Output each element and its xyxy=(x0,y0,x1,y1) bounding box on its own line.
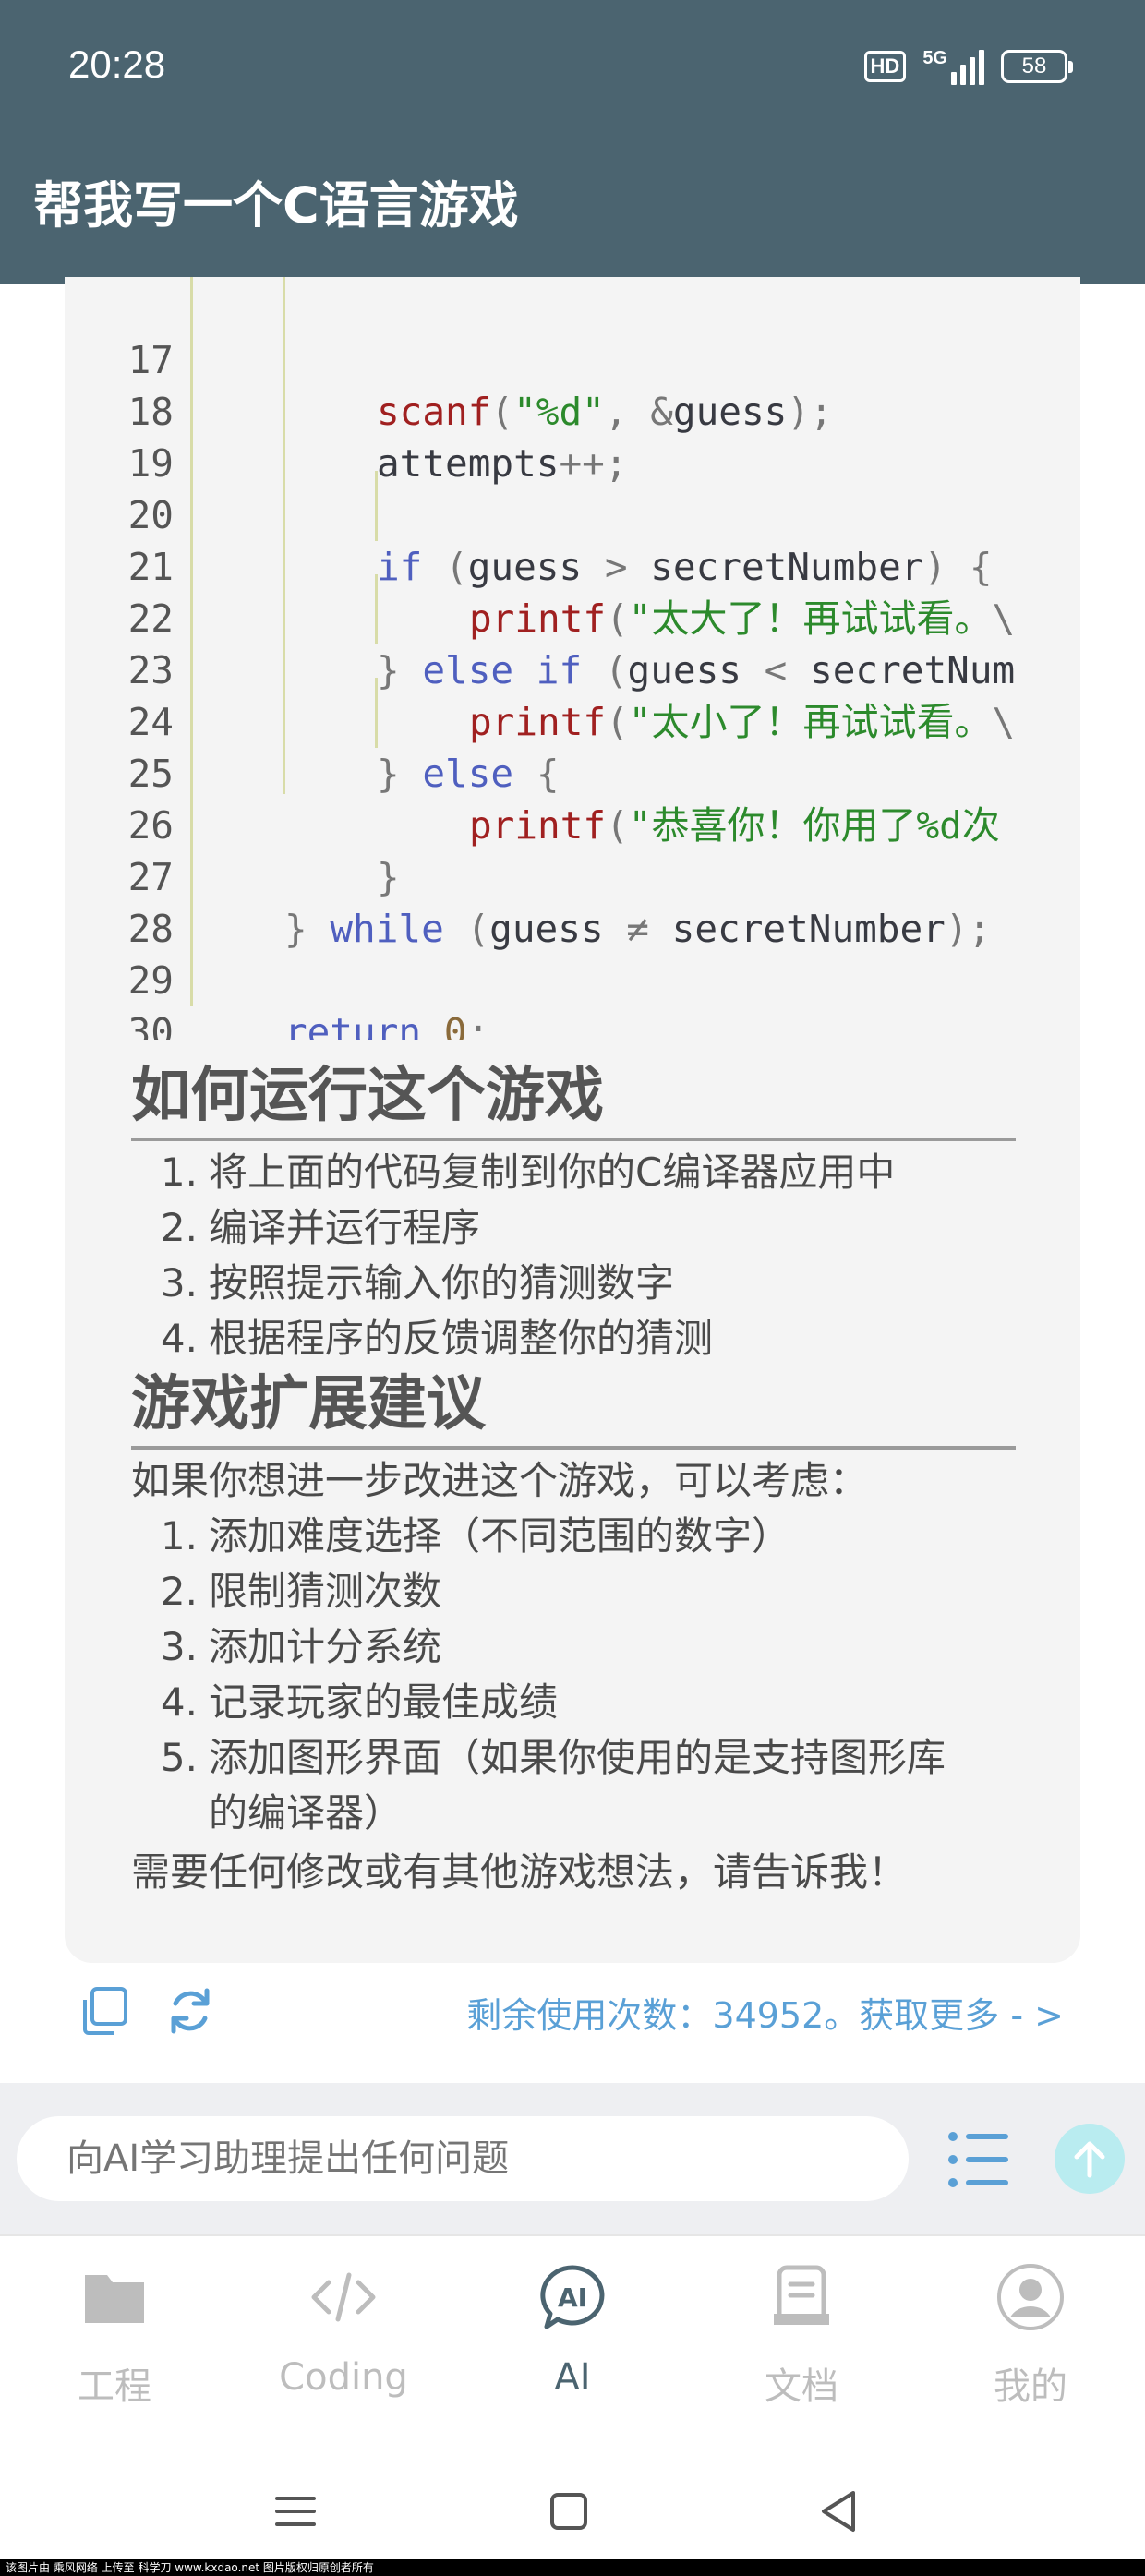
tab-ai[interactable]: AI AI xyxy=(458,2236,687,2430)
status-bar: 20:28 HD 5G 58 xyxy=(0,0,1145,103)
copy-icon[interactable] xyxy=(78,1983,133,2039)
regenerate-icon[interactable] xyxy=(163,1983,218,2039)
svg-text:AI: AI xyxy=(558,2282,587,2313)
profile-icon xyxy=(997,2264,1064,2330)
tab-label: 文档 xyxy=(765,2365,838,2408)
battery-icon: 58 xyxy=(1001,50,1073,83)
arrow-up-icon xyxy=(1074,2141,1105,2178)
ai-chat-icon: AI xyxy=(540,2265,605,2329)
watermark-footer: 该图片由 乘风网络 上传至 科学刀 www.kxdao.net 图片版权归原创者… xyxy=(0,2559,1145,2576)
code-block[interactable]: 17 scanf("%d", &guess); 18 attempts++; 1… xyxy=(65,277,1080,1040)
quota-link[interactable]: 剩余使用次数：34952。获取更多 - > xyxy=(466,1987,1064,2038)
battery-level: 58 xyxy=(1021,54,1047,78)
network-type: 5G xyxy=(922,48,947,68)
section-heading-ext: 游戏扩展建议 xyxy=(131,1368,1016,1450)
section-intro: 如果你想进一步改进这个游戏，可以考虑： xyxy=(131,1458,869,1503)
code-icon xyxy=(311,2272,376,2322)
document-icon xyxy=(774,2265,829,2325)
tab-mine[interactable]: 我的 xyxy=(916,2236,1145,2430)
list-item: 3. 添加计分系统 xyxy=(160,1624,442,1669)
home-icon[interactable] xyxy=(541,2484,597,2539)
input-bar xyxy=(0,2083,1145,2234)
code-line: 18 attempts++; xyxy=(65,334,1080,486)
code-line: 27 } while (guess ≠ secretNumber); xyxy=(65,800,1080,951)
tab-label: 工程 xyxy=(78,2365,151,2408)
signal-icon: 5G xyxy=(922,48,984,85)
code-line: 19 xyxy=(65,386,1080,486)
tab-label: AI xyxy=(554,2356,591,2399)
hd-badge: HD xyxy=(863,51,907,82)
list-item: 2. 编译并运行程序 xyxy=(160,1205,481,1250)
section-heading-run: 如何运行这个游戏 xyxy=(131,1060,1016,1141)
tab-label: Coding xyxy=(279,2356,408,2399)
question-input[interactable] xyxy=(17,2116,909,2201)
list-item: 1. 添加难度选择（不同范围的数字） xyxy=(160,1513,791,1559)
page-title: 帮我写一个C语言游戏 xyxy=(33,176,519,235)
code-line: 20 if (guess > secretNumber) { xyxy=(65,438,1080,589)
tab-project[interactable]: 工程 xyxy=(0,2236,229,2430)
code-line: 24 } else { xyxy=(65,644,1080,796)
list-item: 1. 将上面的代码复制到你的C编译器应用中 xyxy=(160,1150,896,1195)
code-line: 29 return 0; xyxy=(65,903,1080,1040)
action-row: 剩余使用次数：34952。获取更多 - > xyxy=(0,1957,1145,2050)
answer-card: 17 scanf("%d", &guess); 18 attempts++; 1… xyxy=(65,277,1080,1963)
code-line: 25 printf("恭喜你！你用了%d次 xyxy=(65,696,1080,848)
list-item: 4. 根据程序的反馈调整你的猜测 xyxy=(160,1316,714,1361)
code-line: 17 scanf("%d", &guess); xyxy=(65,283,1080,434)
list-item-continuation: 的编译器） xyxy=(209,1790,404,1836)
list-item: 2. 限制猜测次数 xyxy=(160,1569,442,1614)
tab-coding[interactable]: Coding xyxy=(229,2236,458,2430)
list-item: 4. 记录玩家的最佳成绩 xyxy=(160,1679,559,1725)
code-line: 23 printf("太小了！再试试看。\ xyxy=(65,593,1080,744)
system-nav-bar xyxy=(0,2456,1145,2558)
code-line: 28 xyxy=(65,851,1080,951)
bottom-tab-bar: 工程 Coding AI AI 文档 我的 xyxy=(0,2234,1145,2456)
list-icon[interactable] xyxy=(947,2129,1010,2190)
folder-icon xyxy=(85,2275,144,2323)
code-line: 31 xyxy=(65,1006,1080,1040)
tab-label: 我的 xyxy=(994,2365,1067,2408)
list-item: 3. 按照提示输入你的猜测数字 xyxy=(160,1260,675,1306)
menu-icon[interactable] xyxy=(268,2484,323,2539)
code-line: 21 printf("太大了！再试试看。\ xyxy=(65,489,1080,641)
code-line: 30 } xyxy=(65,955,1080,1040)
status-time: 20:28 xyxy=(68,42,166,86)
back-icon[interactable] xyxy=(813,2484,868,2539)
tab-docs[interactable]: 文档 xyxy=(687,2236,916,2430)
send-button[interactable] xyxy=(1055,2124,1125,2194)
list-item: 5. 添加图形界面（如果你使用的是支持图形库 xyxy=(160,1735,946,1780)
app-bar: 帮我写一个C语言游戏 xyxy=(0,103,1145,284)
closing-text: 需要任何修改或有其他游戏想法，请告诉我！ xyxy=(131,1849,908,1895)
code-line: 26 } xyxy=(65,748,1080,899)
code-line: 22 } else if (guess < secretNum xyxy=(65,541,1080,692)
status-icons: HD 5G 58 xyxy=(863,48,1073,85)
